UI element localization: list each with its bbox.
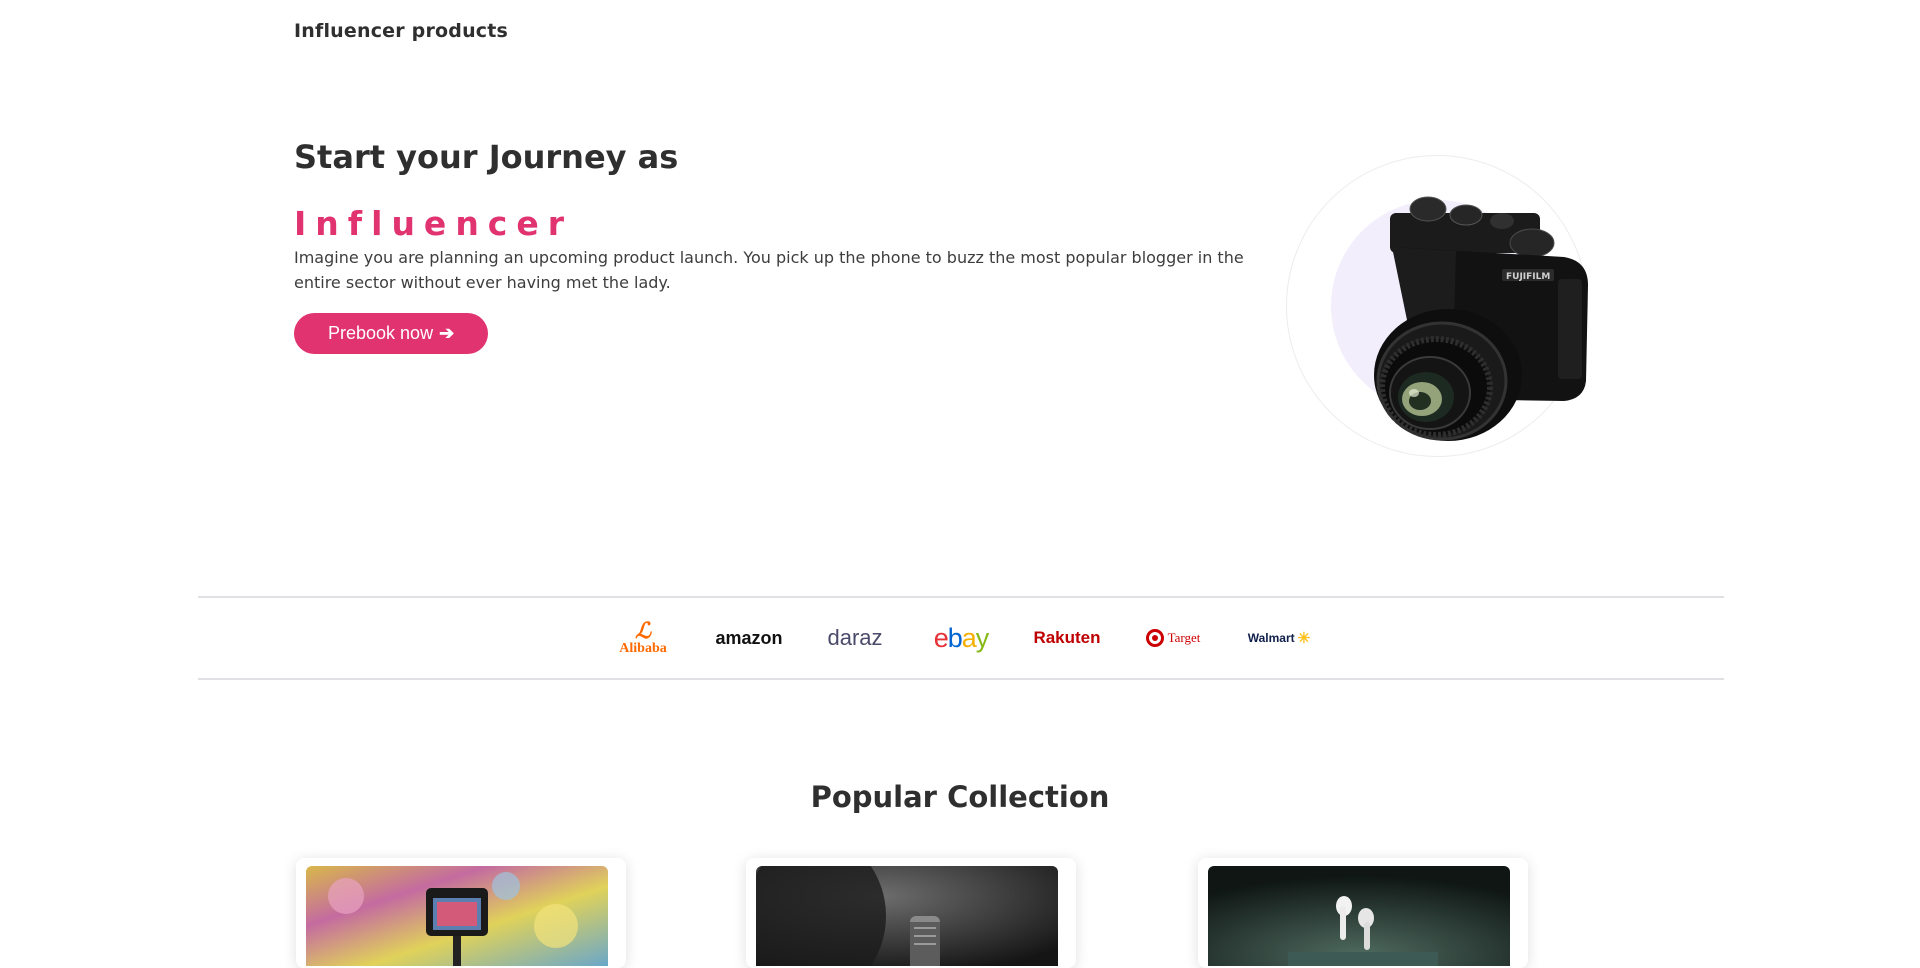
ebay-letter-y: y xyxy=(975,622,989,653)
alibaba-wordmark: Alibaba xyxy=(619,641,667,656)
camera-tripod-image xyxy=(306,866,608,966)
prebook-button[interactable]: Prebook now ➔ xyxy=(294,312,489,354)
daraz-wordmark: daraz xyxy=(827,625,883,650)
prebook-button-label: Prebook now xyxy=(328,322,434,343)
rakuten-logo[interactable]: Rakuten xyxy=(1033,616,1101,660)
microphone-image xyxy=(756,866,1058,966)
target-logo[interactable]: Target xyxy=(1139,616,1207,660)
daraz-logo[interactable]: daraz xyxy=(821,616,889,660)
collection-card[interactable] xyxy=(1198,858,1528,968)
alibaba-logo[interactable]: ℒ Alibaba xyxy=(609,616,677,660)
ebay-logo[interactable]: ebay xyxy=(927,616,995,660)
collection-title: Popular Collection xyxy=(810,780,1110,814)
collection-card[interactable] xyxy=(296,858,626,968)
brand-logos-strip: ℒ Alibaba amazon daraz ebay Rakuten Targ… xyxy=(198,596,1724,680)
camera-image: FUJIFILM xyxy=(1374,196,1588,441)
walmart-logo[interactable]: Walmart ✳ xyxy=(1245,616,1313,660)
arrow-right-icon: ➔ xyxy=(439,322,455,343)
ebay-letter-a: a xyxy=(961,622,977,653)
site-header: Influencer products xyxy=(294,20,508,42)
alibaba-mark-icon: ℒ xyxy=(635,618,651,643)
target-bullseye-icon xyxy=(1145,629,1164,647)
ebay-letter-e: e xyxy=(933,622,949,653)
site-title[interactable]: Influencer products xyxy=(294,20,508,42)
hero-section: Start your Journey as Influencer Imagine… xyxy=(294,138,1254,354)
collection-card[interactable] xyxy=(746,858,1076,968)
walmart-spark-icon: ✳ xyxy=(1297,630,1311,647)
amazon-wordmark: amazon xyxy=(715,627,783,648)
ebay-letter-b: b xyxy=(947,622,963,653)
hero-accent-word: Influencer xyxy=(294,204,574,244)
target-wordmark: Target xyxy=(1167,630,1201,645)
rakuten-wordmark: Rakuten xyxy=(1033,628,1101,647)
amazon-logo[interactable]: amazon xyxy=(715,616,783,660)
walmart-wordmark: Walmart xyxy=(1247,631,1295,645)
earbuds-image xyxy=(1208,866,1510,966)
svg-text:FUJIFILM: FUJIFILM xyxy=(1506,272,1550,282)
hero-description: Imagine you are planning an upcoming pro… xyxy=(294,247,1244,292)
hero-camera-illustration: FUJIFILM xyxy=(1286,155,1588,457)
hero-heading: Start your Journey as xyxy=(294,138,679,176)
